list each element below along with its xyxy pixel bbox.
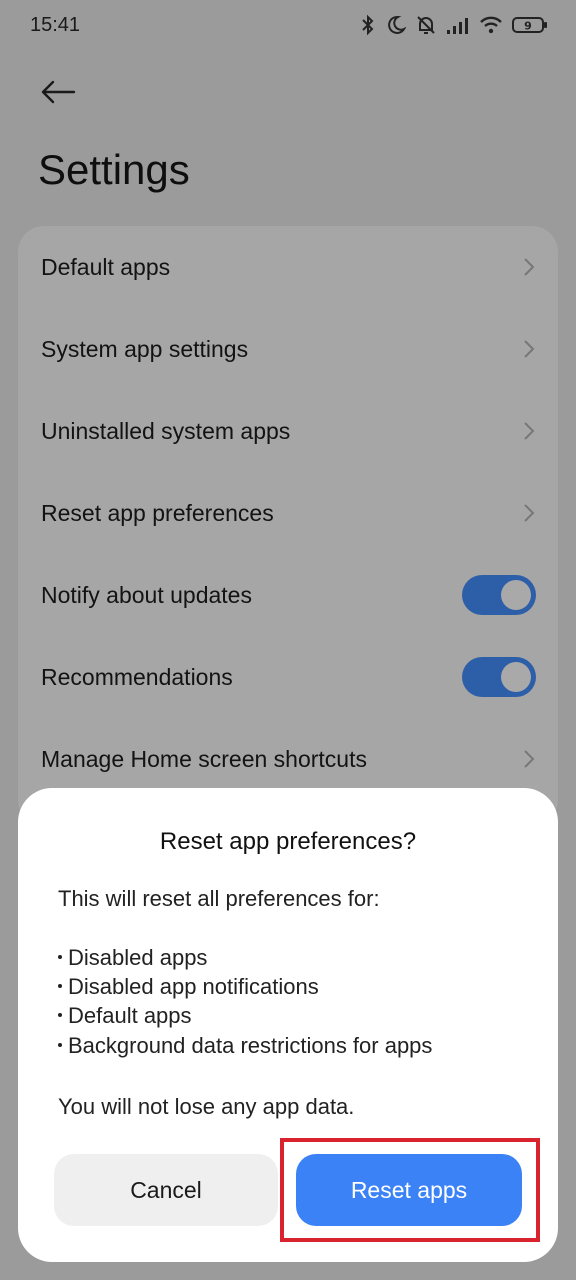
settings-item-default-apps[interactable]: Default apps — [18, 226, 558, 308]
status-time: 15:41 — [30, 14, 81, 36]
settings-item-label: Reset app preferences — [41, 499, 274, 526]
settings-item-label: Default apps — [41, 253, 171, 280]
page-title: Settings — [38, 146, 190, 193]
dialog-bullet: Default apps — [58, 1003, 192, 1029]
chevron-right-icon — [524, 422, 535, 440]
settings-item-label: Notify about updates — [41, 581, 252, 608]
dialog-intro: This will reset all preferences for: — [58, 886, 380, 911]
status-bar: 15:41 9 — [0, 0, 576, 56]
settings-item-reset-app-preferences[interactable]: Reset app preferences — [18, 472, 558, 554]
dialog-bullet: Disabled apps — [58, 945, 207, 971]
settings-item-uninstalled-system-apps[interactable]: Uninstalled system apps — [18, 390, 558, 472]
dialog-title: Reset app preferences? — [159, 828, 417, 855]
settings-item-system-app-settings[interactable]: System app settings — [18, 308, 558, 390]
settings-item-recommendations: Recommendations — [18, 636, 558, 718]
chevron-right-icon — [524, 750, 535, 768]
back-arrow-icon — [41, 80, 76, 104]
bluetooth-icon — [362, 14, 374, 36]
status-icons: 9 — [359, 14, 548, 36]
settings-item-label: Recommendations — [41, 663, 233, 690]
settings-list: Default apps System app settings Uninsta… — [18, 226, 558, 826]
recommendations-toggle[interactable] — [462, 657, 536, 697]
do-not-disturb-moon-icon — [388, 15, 406, 34]
muted-bell-icon — [417, 16, 435, 34]
chevron-right-icon — [524, 258, 535, 276]
battery-level: 9 — [524, 20, 532, 33]
battery-icon: 9 — [512, 17, 547, 33]
signal-icon — [447, 18, 468, 34]
settings-item-label: Manage Home screen shortcuts — [41, 745, 367, 772]
settings-item-label: Uninstalled system apps — [41, 417, 291, 444]
settings-item-label: System app settings — [41, 335, 249, 362]
toggle-knob — [501, 662, 531, 692]
settings-item-notify-about-updates: Notify about updates — [18, 554, 558, 636]
chevron-right-icon — [524, 340, 535, 358]
chevron-right-icon — [524, 504, 535, 522]
dialog-bullet: Background data restrictions for apps — [58, 1033, 432, 1059]
dialog-footer: You will not lose any app data. — [58, 1094, 355, 1119]
toggle-knob — [501, 580, 531, 610]
notify-updates-toggle[interactable] — [462, 575, 536, 615]
back-button[interactable] — [38, 72, 78, 112]
highlight-box — [280, 1138, 540, 1242]
wifi-icon — [480, 16, 502, 34]
dialog-bullet: Disabled app notifications — [58, 974, 319, 1000]
cancel-button[interactable]: Cancel — [54, 1154, 278, 1226]
